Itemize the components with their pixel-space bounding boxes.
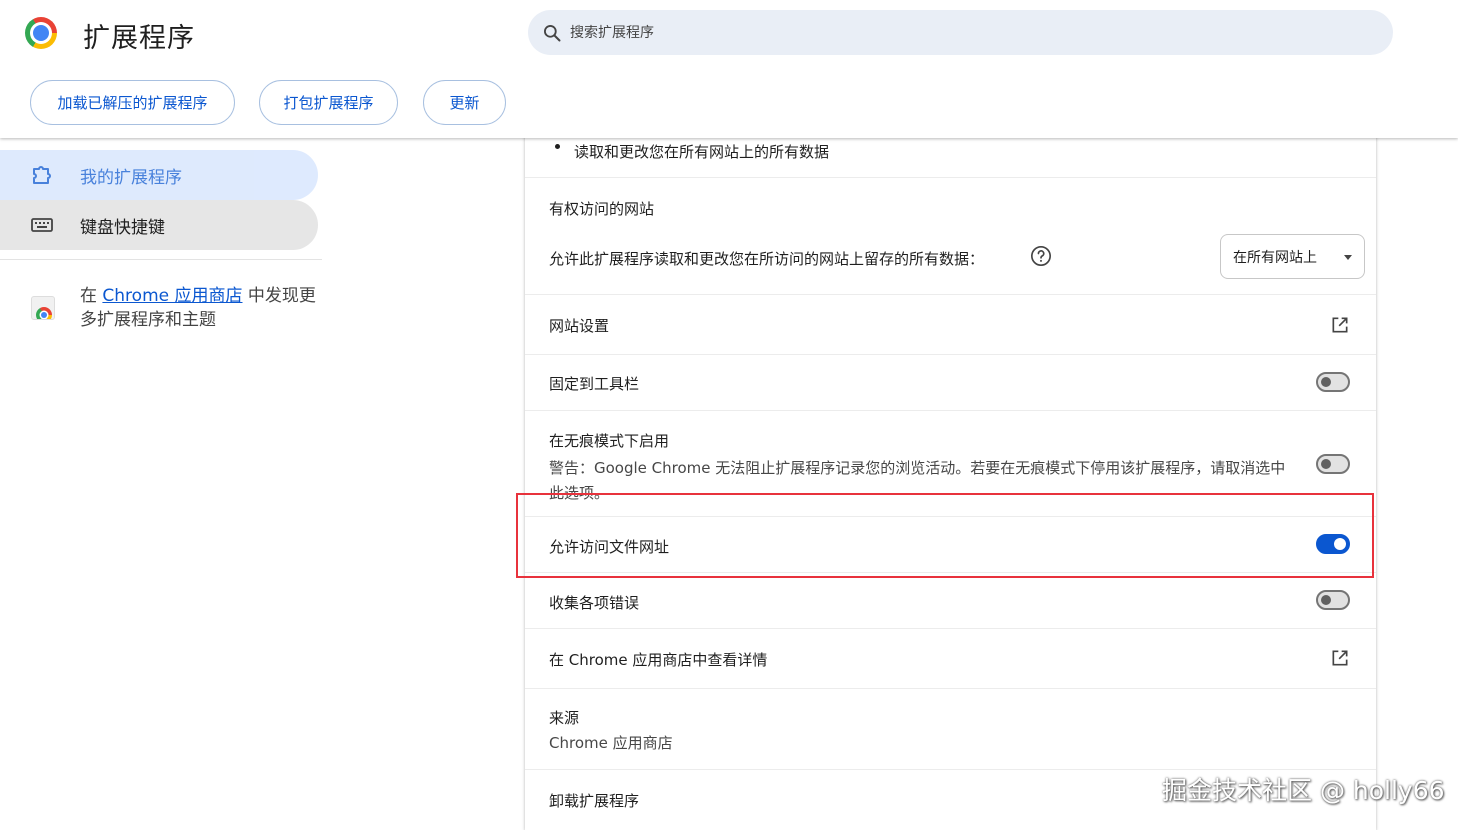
uninstall-label: 卸载扩展程序 xyxy=(549,792,640,810)
collect-errors-label: 收集各项错误 xyxy=(549,594,640,612)
site-access-select[interactable]: 在所有网站上 xyxy=(1220,234,1365,279)
source-row: 来源 Chrome 应用商店 xyxy=(525,689,1376,770)
highlight-box xyxy=(516,493,1374,578)
page-title: 扩展程序 xyxy=(83,23,195,54)
bullet xyxy=(555,144,560,149)
pin-toolbar-row: 固定到工具栏 xyxy=(525,355,1376,411)
source-value: Chrome 应用商店 xyxy=(549,734,673,752)
source-title: 来源 xyxy=(549,709,580,727)
sidebar-item-my-extensions[interactable]: 我的扩展程序 xyxy=(0,150,318,200)
sidebar-item-label: 键盘快捷键 xyxy=(80,217,165,238)
store-promo-prefix: 在 xyxy=(80,286,103,306)
collect-errors-toggle[interactable] xyxy=(1316,590,1350,610)
help-icon[interactable] xyxy=(1030,245,1052,267)
collect-errors-row: 收集各项错误 xyxy=(525,573,1376,629)
chrome-web-store-icon xyxy=(31,296,55,320)
store-promo: 在 Chrome 应用商店 中发现更多扩展程序和主题 xyxy=(80,284,320,332)
site-access-desc: 允许此扩展程序读取和更改您在所访问的网站上留存的所有数据： xyxy=(549,250,985,268)
view-in-store-row[interactable]: 在 Chrome 应用商店中查看详情 xyxy=(525,629,1376,689)
chrome-logo-icon xyxy=(25,17,57,49)
pin-toolbar-label: 固定到工具栏 xyxy=(549,375,640,393)
sidebar-item-keyboard-shortcuts[interactable]: 键盘快捷键 xyxy=(0,200,318,250)
search-icon xyxy=(544,25,561,42)
update-button[interactable]: 更新 xyxy=(423,80,506,125)
puzzle-icon xyxy=(33,166,51,184)
open-in-new-icon[interactable] xyxy=(1330,648,1350,668)
search-bar[interactable] xyxy=(528,10,1393,55)
view-in-store-label: 在 Chrome 应用商店中查看详情 xyxy=(549,651,768,669)
load-unpacked-button[interactable]: 加载已解压的扩展程序 xyxy=(30,80,235,125)
sidebar-item-label: 我的扩展程序 xyxy=(80,167,182,188)
site-settings-label: 网站设置 xyxy=(549,317,610,335)
keyboard-icon xyxy=(31,218,53,232)
extension-details-card: 读取和更改您在所有网站上的所有数据 有权访问的网站 允许此扩展程序读取和更改您在… xyxy=(525,110,1376,830)
chrome-web-store-link[interactable]: Chrome 应用商店 xyxy=(102,286,242,306)
sidebar-divider xyxy=(0,259,322,260)
incognito-toggle[interactable] xyxy=(1316,454,1350,474)
incognito-title: 在无痕模式下启用 xyxy=(549,432,670,450)
pin-toolbar-toggle[interactable] xyxy=(1316,372,1350,392)
search-input[interactable] xyxy=(570,10,1360,55)
open-in-new-icon[interactable] xyxy=(1330,315,1350,335)
site-settings-row[interactable]: 网站设置 xyxy=(525,295,1376,355)
chevron-down-icon xyxy=(1344,255,1352,260)
top-bar: 扩展程序 加载已解压的扩展程序 打包扩展程序 更新 xyxy=(0,0,1458,138)
watermark: 掘金技术社区 @ holly66 xyxy=(1162,776,1445,805)
pack-extension-button[interactable]: 打包扩展程序 xyxy=(259,80,398,125)
site-access-title: 有权访问的网站 xyxy=(549,200,655,218)
site-access-value: 在所有网站上 xyxy=(1233,249,1317,266)
permission-item: 读取和更改您在所有网站上的所有数据 xyxy=(574,143,830,161)
